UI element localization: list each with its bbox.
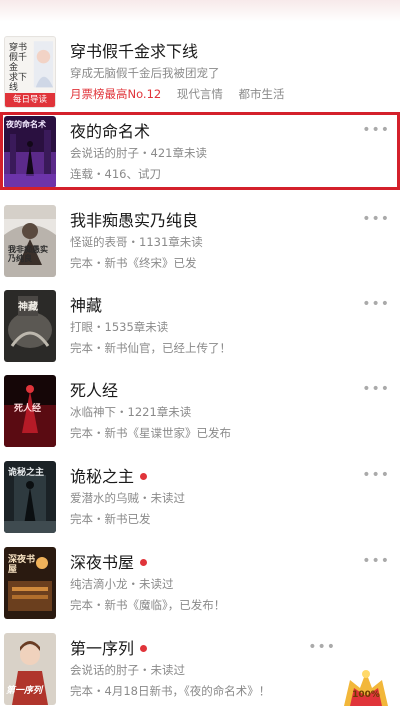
- cover-title-text: 我非痴愚实乃纯良: [8, 245, 48, 263]
- book-cover[interactable]: 深夜书屋: [4, 547, 56, 619]
- book-author-progress: 打眼・1535章未读: [70, 320, 169, 334]
- more-icon[interactable]: •••: [362, 122, 390, 138]
- more-icon[interactable]: •••: [308, 639, 336, 655]
- cover-title-text: 夜的命名术: [6, 120, 46, 129]
- book-author-progress: 冰临神下・1221章未读: [70, 405, 192, 419]
- genre-tag: 现代言情: [176, 87, 223, 101]
- book-status: 连载・416、试刀: [70, 167, 161, 181]
- book-author-progress: 爱潜水的乌贼・未读过: [70, 491, 185, 505]
- book-author-progress: 会说话的肘子・421章未读: [70, 146, 207, 160]
- book-tags: 月票榜最高No.12 现代言情 都市生活: [70, 86, 297, 102]
- book-title-text: 深夜书屋: [70, 553, 135, 572]
- badge-icon: [344, 670, 388, 706]
- book-cover[interactable]: 诡秘之主: [4, 461, 56, 533]
- book-item-6[interactable]: 深夜书屋 深夜书屋 纯洁滴小龙・未读过 完本・新书《魔临》，已发布！ •••: [0, 547, 400, 633]
- update-dot-icon: [140, 645, 148, 652]
- book-subtitle: 穿成无脑假千金后我被团宠了: [70, 66, 220, 80]
- book-cover[interactable]: 死人经: [4, 375, 56, 447]
- more-icon[interactable]: •••: [362, 211, 390, 227]
- cover-art-2: [4, 205, 56, 277]
- book-title: 第一序列: [70, 635, 148, 659]
- subgenre-tag: 都市生活: [238, 87, 285, 101]
- more-icon[interactable]: •••: [362, 381, 390, 397]
- more-icon[interactable]: •••: [362, 467, 390, 483]
- book-item-1[interactable]: 夜的命名术 夜的命名术 会说话的肘子・421章未读 连载・416、试刀 •••: [0, 116, 400, 202]
- book-author-progress: 怪诞的表哥・1131章未读: [70, 235, 203, 249]
- book-item-5[interactable]: 诡秘之主 诡秘之主 爱潜水的乌贼・未读过 完本・新书已发 •••: [0, 461, 400, 547]
- cover-title-text: 死人经: [14, 404, 42, 414]
- book-item-4[interactable]: 死人经 死人经 冰临神下・1221章未读 完本・新书《星谍世家》已发布 •••: [0, 375, 400, 461]
- daily-guide-label: 每日导读: [5, 93, 55, 107]
- book-author-progress: 纯洁滴小龙・未读过: [70, 577, 174, 591]
- reading-progress-badge[interactable]: 100%: [340, 666, 392, 706]
- rank-tag: 月票榜最高No.12: [70, 87, 162, 101]
- cover-title-text: 深夜书屋: [8, 555, 36, 575]
- book-author-progress: 会说话的肘子・未读过: [70, 663, 185, 677]
- cover-title-text: 第一序列: [6, 686, 43, 696]
- badge-percent-text: 100%: [352, 690, 380, 700]
- top-gradient: [0, 0, 400, 22]
- book-item-2[interactable]: 我非痴愚实乃纯良 我非痴愚实乃纯良 怪诞的表哥・1131章未读 完本・新书《终宋…: [0, 205, 400, 291]
- book-title: 深夜书屋: [70, 549, 148, 573]
- book-title: 死人经: [70, 381, 119, 400]
- book-cover[interactable]: 第一序列: [4, 633, 56, 705]
- more-icon[interactable]: •••: [362, 296, 390, 312]
- more-icon[interactable]: •••: [362, 553, 390, 569]
- book-title: 夜的命名术: [70, 122, 151, 141]
- book-item-3[interactable]: 神藏 神藏 打眼・1535章未读 完本・新书仙官，已经上传了！ •••: [0, 290, 400, 376]
- book-status: 完本・新书《星谍世家》已发布: [70, 426, 231, 440]
- book-cover[interactable]: 夜的命名术: [4, 116, 56, 188]
- book-cover[interactable]: 我非痴愚实乃纯良: [4, 205, 56, 277]
- book-title-text: 诡秘之主: [70, 467, 135, 486]
- cover-title-text: 诡秘之主: [8, 468, 45, 478]
- book-status: 完本・新书《终宋》已发: [70, 256, 197, 270]
- book-status: 完本・新书已发: [70, 512, 151, 526]
- book-title: 诡秘之主: [70, 463, 148, 487]
- book-title: 穿书假千金求下线: [70, 42, 199, 61]
- book-status: 完本・新书《魔临》，已发布！: [70, 598, 226, 612]
- book-title: 我非痴愚实乃纯良: [70, 211, 199, 230]
- book-cover[interactable]: 穿书 假千金 求下线 每日导读: [4, 36, 56, 108]
- book-status: 完本・新书仙官，已经上传了！: [70, 341, 231, 355]
- book-status: 完本・4月18日新书，《夜的命名术》！: [70, 684, 271, 698]
- cover-title-text: 穿书 假千金 求下线: [9, 43, 28, 93]
- book-item-0[interactable]: 穿书 假千金 求下线 每日导读 穿书假千金求下线 穿成无脑假千金后我被团宠了 月…: [0, 36, 400, 122]
- update-dot-icon: [140, 473, 148, 480]
- cover-title-text: 神藏: [18, 302, 38, 313]
- book-title-text: 第一序列: [70, 639, 135, 658]
- book-cover[interactable]: 神藏: [4, 290, 56, 362]
- update-dot-icon: [140, 559, 148, 566]
- book-title: 神藏: [70, 296, 103, 315]
